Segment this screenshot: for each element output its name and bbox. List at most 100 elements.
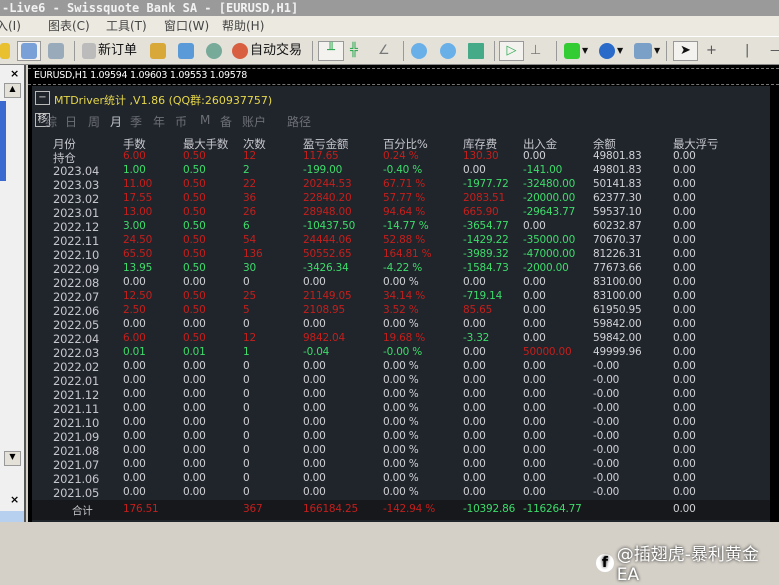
bar-chart-button[interactable]: ╨ (318, 41, 344, 61)
tab-2[interactable]: 周 (88, 113, 100, 130)
table-cell: -0.00 (593, 360, 620, 372)
new-order-icon (82, 43, 96, 59)
table-cell: -29643.77 (523, 206, 576, 218)
panel-title: MTDriver统计 ,V1.86 (QQ群:260937757) (54, 94, 273, 107)
tab-4[interactable]: 季 (130, 113, 142, 130)
menu-item[interactable]: 图表(C) (48, 16, 90, 36)
line-chart-button[interactable]: ∠ (378, 41, 390, 61)
crosshair-button[interactable]: + (706, 41, 717, 61)
cursor-button[interactable]: ➤ (673, 41, 698, 61)
periods-button[interactable]: ▼ (599, 41, 623, 61)
chart-window[interactable]: EURUSD,H1 1.09594 1.09603 1.09553 1.0957… (28, 65, 779, 585)
table-cell: 0.00 (303, 472, 326, 484)
table-cell: -0.00 (593, 374, 620, 386)
tab-6[interactable]: 币 (175, 113, 187, 130)
menu-item[interactable]: 入(I) (0, 16, 21, 36)
metaeditor-button[interactable] (150, 41, 166, 61)
table-cell: 0.00 (673, 276, 696, 288)
zoom-out-button[interactable] (440, 41, 456, 61)
table-cell: 0.00 (523, 374, 546, 386)
totals-cell: 0.00 (673, 503, 696, 515)
table-cell: 0.00 (183, 486, 206, 498)
scroll-down-icon[interactable]: ▼ (4, 451, 21, 466)
close-icon[interactable]: × (10, 493, 19, 506)
vertical-line-icon: | (745, 43, 750, 58)
table-cell: 0.50 (183, 234, 206, 246)
table-cell: -0.04 (303, 346, 330, 358)
tester-button[interactable] (48, 41, 64, 61)
tab-7[interactable]: M (200, 113, 210, 127)
table-cell: -0.00 (593, 388, 620, 400)
table-cell: 49801.83 (593, 164, 642, 176)
table-cell: 85.65 (463, 304, 493, 316)
close-icon[interactable]: × (10, 67, 19, 80)
new-order-button[interactable]: 新订单 (82, 41, 137, 61)
table-cell: 61950.95 (593, 304, 642, 316)
vertical-line-button[interactable]: | (745, 41, 749, 61)
table-cell: 49801.83 (593, 150, 642, 162)
table-cell: 0.00 (673, 472, 696, 484)
tab-5[interactable]: 年 (153, 113, 165, 130)
menu-item[interactable]: 窗口(W) (164, 16, 209, 36)
terminal-button[interactable] (178, 41, 194, 61)
table-cell: 0.50 (183, 206, 206, 218)
tab-10[interactable]: 路径 (287, 113, 311, 130)
scroll-up-icon[interactable]: ▲ (4, 83, 21, 98)
auto-trading-label: 自动交易 (250, 43, 303, 58)
table-cell: 70670.37 (593, 234, 642, 246)
tab-9[interactable]: 账户 (242, 113, 266, 130)
table-cell: 0.00 (303, 318, 326, 330)
auto-scroll-button[interactable]: ▷ (499, 41, 524, 61)
table-cell: 0.00 (123, 402, 146, 414)
menu-item[interactable]: 工具(T) (106, 16, 147, 36)
tile-windows-button[interactable] (468, 41, 484, 61)
table-cell: 0.00 (673, 220, 696, 232)
table-cell: 0.00 (673, 290, 696, 302)
signals-button[interactable] (206, 41, 222, 61)
table-cell: 0.00 % (383, 430, 419, 442)
table-cell: 130.30 (463, 150, 499, 162)
indicators-button[interactable]: ▼ (564, 41, 588, 61)
table-cell: 0.50 (183, 304, 206, 316)
zoom-in-icon (411, 43, 427, 59)
auto-trading-icon (232, 43, 248, 59)
table-cell: 2022.11 (53, 234, 100, 248)
table-cell: 94.64 % (383, 206, 425, 218)
table-cell: 0.00 % (383, 388, 419, 400)
tab-0[interactable]: 综 (45, 113, 57, 130)
auto-trading-button[interactable]: 自动交易 (232, 41, 302, 61)
table-cell: 83100.00 (593, 276, 642, 288)
table-cell: -35000.00 (523, 234, 576, 246)
table-cell: 6.00 (123, 150, 146, 162)
table-cell: 0.00 (183, 416, 206, 428)
tab-3[interactable]: 月 (110, 113, 122, 130)
watermark: f @插翅虎-暴利黄金EA (596, 540, 779, 585)
horizontal-line-button[interactable]: — (770, 41, 779, 61)
chart-shift-button[interactable]: ⊥ (530, 41, 541, 61)
table-cell: 665.90 (463, 206, 499, 218)
collapse-button[interactable]: − (35, 91, 50, 105)
table-cell: 0.50 (183, 220, 206, 232)
tab-8[interactable]: 备 (220, 113, 232, 130)
table-cell: 0 (243, 416, 250, 428)
table-cell: 0.00 (523, 458, 546, 470)
tab-1[interactable]: 日 (65, 113, 77, 130)
zoom-in-button[interactable] (411, 41, 427, 61)
table-cell: 0.00 (123, 318, 146, 330)
table-cell: 0.00 (123, 416, 146, 428)
menu-item[interactable]: 帮助(H) (222, 16, 264, 36)
candlestick-button[interactable]: ╬ (350, 41, 358, 61)
favorites-button[interactable] (0, 41, 10, 61)
navigator-button[interactable] (17, 41, 41, 61)
table-cell: 0.00 (523, 332, 546, 344)
tree-selection (0, 101, 6, 181)
auto-scroll-icon: ▷ (506, 43, 517, 58)
table-cell: 0.00 (523, 290, 546, 302)
templates-button[interactable]: ▼ (634, 41, 660, 61)
table-cell: 30 (243, 262, 256, 274)
table-cell: 0.00 (123, 458, 146, 470)
table-cell: 0.50 (183, 332, 206, 344)
table-cell: 0.00 % (383, 318, 419, 330)
table-cell: 0.50 (183, 290, 206, 302)
table-cell: 0.00 (463, 458, 486, 470)
